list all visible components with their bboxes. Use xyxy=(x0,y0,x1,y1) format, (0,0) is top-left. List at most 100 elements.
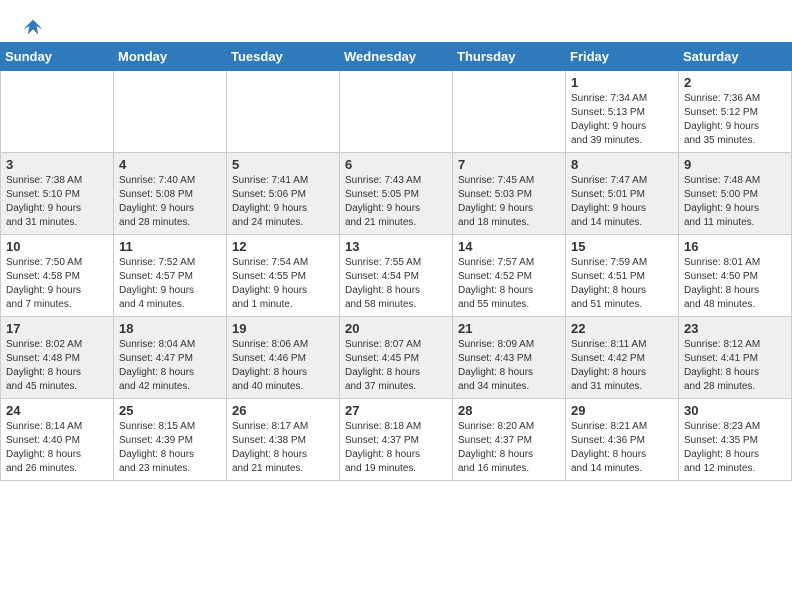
calendar-cell: 6Sunrise: 7:43 AM Sunset: 5:05 PM Daylig… xyxy=(340,153,453,235)
day-info: Sunrise: 7:41 AM Sunset: 5:06 PM Dayligh… xyxy=(232,174,334,230)
calendar-cell: 15 Sunrise: 7:59 AM Sunset: 4:51 PM Dayli… xyxy=(566,235,679,317)
week-row-4: 17 Sunrise: 8:02 AM Sunset: 4:48 PM Dayli… xyxy=(1,317,792,399)
calendar-cell: 9Sunrise: 7:48 AM Sunset: 5:00 PM Daylig… xyxy=(679,153,792,235)
calendar-cell: 1 Sunrise: 7:34 AM Sunset: 5:13 PM Daylig… xyxy=(566,71,679,153)
logo xyxy=(20,16,44,34)
calendar-cell: 8 Sunrise: 7:47 AM Sunset: 5:01 PM Daylig… xyxy=(566,153,679,235)
col-header-friday: Friday xyxy=(566,43,679,71)
calendar-cell: 16Sunrise: 8:01 AM Sunset: 4:50 PM Dayli… xyxy=(679,235,792,317)
day-number: 24 xyxy=(6,403,108,418)
calendar-cell: 7Sunrise: 7:45 AM Sunset: 5:03 PM Daylig… xyxy=(453,153,566,235)
day-number: 10 xyxy=(6,239,108,254)
day-number: 21 xyxy=(458,321,560,336)
day-number: 25 xyxy=(119,403,221,418)
day-number: 23 xyxy=(684,321,786,336)
calendar-table: SundayMondayTuesdayWednesdayThursdayFrid… xyxy=(0,42,792,481)
day-info: Sunrise: 8:09 AM Sunset: 4:43 PM Dayligh… xyxy=(458,338,560,394)
calendar-cell: 20Sunrise: 8:07 AM Sunset: 4:45 PM Dayli… xyxy=(340,317,453,399)
week-row-2: 3 Sunrise: 7:38 AM Sunset: 5:10 PM Daylig… xyxy=(1,153,792,235)
calendar-cell: 21 Sunrise: 8:09 AM Sunset: 4:43 PM Dayli… xyxy=(453,317,566,399)
calendar-cell: 11 Sunrise: 7:52 AM Sunset: 4:57 PM Dayli… xyxy=(114,235,227,317)
day-number: 28 xyxy=(458,403,560,418)
calendar-cell xyxy=(453,71,566,153)
day-number: 17 xyxy=(6,321,108,336)
day-info: Sunrise: 7:54 AM Sunset: 4:55 PM Dayligh… xyxy=(232,256,334,312)
calendar-cell: 4 Sunrise: 7:40 AM Sunset: 5:08 PM Daylig… xyxy=(114,153,227,235)
calendar-header-row: SundayMondayTuesdayWednesdayThursdayFrid… xyxy=(1,43,792,71)
calendar-cell: 23Sunrise: 8:12 AM Sunset: 4:41 PM Dayli… xyxy=(679,317,792,399)
day-number: 4 xyxy=(119,157,221,172)
day-info: Sunrise: 8:18 AM Sunset: 4:37 PM Dayligh… xyxy=(345,420,447,476)
day-number: 27 xyxy=(345,403,447,418)
calendar-cell: 29 Sunrise: 8:21 AM Sunset: 4:36 PM Dayli… xyxy=(566,399,679,481)
day-number: 6 xyxy=(345,157,447,172)
calendar-cell: 25 Sunrise: 8:15 AM Sunset: 4:39 PM Dayli… xyxy=(114,399,227,481)
day-info: Sunrise: 7:47 AM Sunset: 5:01 PM Dayligh… xyxy=(571,174,673,230)
day-info: Sunrise: 7:45 AM Sunset: 5:03 PM Dayligh… xyxy=(458,174,560,230)
day-info: Sunrise: 7:57 AM Sunset: 4:52 PM Dayligh… xyxy=(458,256,560,312)
day-number: 9 xyxy=(684,157,786,172)
day-info: Sunrise: 7:38 AM Sunset: 5:10 PM Dayligh… xyxy=(6,174,108,230)
calendar-cell: 18 Sunrise: 8:04 AM Sunset: 4:47 PM Dayli… xyxy=(114,317,227,399)
day-info: Sunrise: 8:23 AM Sunset: 4:35 PM Dayligh… xyxy=(684,420,786,476)
page-header xyxy=(0,0,792,42)
day-number: 29 xyxy=(571,403,673,418)
day-number: 11 xyxy=(119,239,221,254)
calendar-cell xyxy=(227,71,340,153)
calendar-cell: 5 Sunrise: 7:41 AM Sunset: 5:06 PM Daylig… xyxy=(227,153,340,235)
day-number: 3 xyxy=(6,157,108,172)
col-header-saturday: Saturday xyxy=(679,43,792,71)
col-header-thursday: Thursday xyxy=(453,43,566,71)
calendar-cell: 24 Sunrise: 8:14 AM Sunset: 4:40 PM Dayli… xyxy=(1,399,114,481)
calendar-cell: 19 Sunrise: 8:06 AM Sunset: 4:46 PM Dayli… xyxy=(227,317,340,399)
day-info: Sunrise: 8:14 AM Sunset: 4:40 PM Dayligh… xyxy=(6,420,108,476)
day-info: Sunrise: 7:59 AM Sunset: 4:51 PM Dayligh… xyxy=(571,256,673,312)
day-number: 14 xyxy=(458,239,560,254)
day-number: 30 xyxy=(684,403,786,418)
calendar-cell xyxy=(340,71,453,153)
day-number: 2 xyxy=(684,75,786,90)
week-row-1: 1 Sunrise: 7:34 AM Sunset: 5:13 PM Daylig… xyxy=(1,71,792,153)
logo-bird-icon xyxy=(22,16,44,38)
col-header-wednesday: Wednesday xyxy=(340,43,453,71)
calendar-cell: 12 Sunrise: 7:54 AM Sunset: 4:55 PM Dayli… xyxy=(227,235,340,317)
calendar-cell: 10 Sunrise: 7:50 AM Sunset: 4:58 PM Dayli… xyxy=(1,235,114,317)
day-number: 16 xyxy=(684,239,786,254)
day-info: Sunrise: 7:40 AM Sunset: 5:08 PM Dayligh… xyxy=(119,174,221,230)
calendar-cell: 13 Sunrise: 7:55 AM Sunset: 4:54 PM Dayli… xyxy=(340,235,453,317)
day-number: 18 xyxy=(119,321,221,336)
day-info: Sunrise: 8:11 AM Sunset: 4:42 PM Dayligh… xyxy=(571,338,673,394)
day-info: Sunrise: 8:15 AM Sunset: 4:39 PM Dayligh… xyxy=(119,420,221,476)
day-info: Sunrise: 8:02 AM Sunset: 4:48 PM Dayligh… xyxy=(6,338,108,394)
calendar-cell: 3 Sunrise: 7:38 AM Sunset: 5:10 PM Daylig… xyxy=(1,153,114,235)
day-info: Sunrise: 7:52 AM Sunset: 4:57 PM Dayligh… xyxy=(119,256,221,312)
day-number: 12 xyxy=(232,239,334,254)
day-number: 22 xyxy=(571,321,673,336)
calendar-cell xyxy=(1,71,114,153)
day-number: 19 xyxy=(232,321,334,336)
calendar-cell: 17 Sunrise: 8:02 AM Sunset: 4:48 PM Dayli… xyxy=(1,317,114,399)
day-number: 1 xyxy=(571,75,673,90)
col-header-tuesday: Tuesday xyxy=(227,43,340,71)
day-info: Sunrise: 8:06 AM Sunset: 4:46 PM Dayligh… xyxy=(232,338,334,394)
calendar-cell: 28Sunrise: 8:20 AM Sunset: 4:37 PM Dayli… xyxy=(453,399,566,481)
day-info: Sunrise: 7:36 AM Sunset: 5:12 PM Dayligh… xyxy=(684,92,786,148)
calendar-cell: 22 Sunrise: 8:11 AM Sunset: 4:42 PM Dayli… xyxy=(566,317,679,399)
calendar-cell: 26Sunrise: 8:17 AM Sunset: 4:38 PM Dayli… xyxy=(227,399,340,481)
day-number: 15 xyxy=(571,239,673,254)
day-info: Sunrise: 8:04 AM Sunset: 4:47 PM Dayligh… xyxy=(119,338,221,394)
day-number: 13 xyxy=(345,239,447,254)
day-number: 8 xyxy=(571,157,673,172)
day-info: Sunrise: 7:55 AM Sunset: 4:54 PM Dayligh… xyxy=(345,256,447,312)
day-info: Sunrise: 7:34 AM Sunset: 5:13 PM Dayligh… xyxy=(571,92,673,148)
week-row-3: 10 Sunrise: 7:50 AM Sunset: 4:58 PM Dayli… xyxy=(1,235,792,317)
calendar-cell: 2 Sunrise: 7:36 AM Sunset: 5:12 PM Daylig… xyxy=(679,71,792,153)
calendar-cell xyxy=(114,71,227,153)
week-row-5: 24 Sunrise: 8:14 AM Sunset: 4:40 PM Dayli… xyxy=(1,399,792,481)
day-info: Sunrise: 7:50 AM Sunset: 4:58 PM Dayligh… xyxy=(6,256,108,312)
day-info: Sunrise: 8:17 AM Sunset: 4:38 PM Dayligh… xyxy=(232,420,334,476)
day-info: Sunrise: 8:21 AM Sunset: 4:36 PM Dayligh… xyxy=(571,420,673,476)
day-number: 5 xyxy=(232,157,334,172)
calendar-cell: 30 Sunrise: 8:23 AM Sunset: 4:35 PM Dayli… xyxy=(679,399,792,481)
day-number: 20 xyxy=(345,321,447,336)
